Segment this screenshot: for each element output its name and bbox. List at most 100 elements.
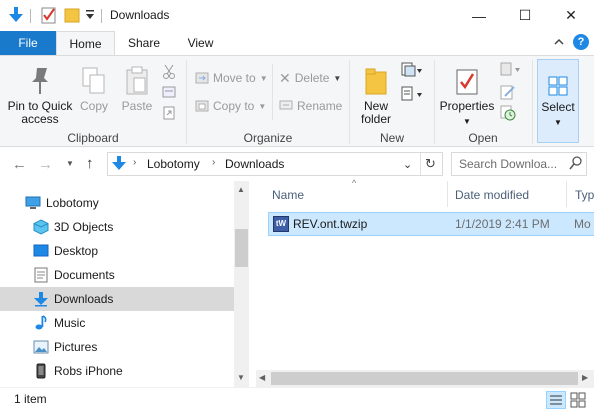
maximize-button[interactable]: ☐ [502,0,548,31]
delete-button[interactable]: ✕ Delete ▼ [279,68,341,88]
recent-locations-dropdown-icon[interactable]: ▼ [66,159,74,168]
pin-label-line2: access [21,112,59,126]
open-icon[interactable] [500,62,522,79]
quick-access-new-folder-icon[interactable] [64,6,80,27]
new-folder-button[interactable]: New folder [354,64,398,126]
tab-home[interactable]: Home [56,31,115,56]
breadcrumb-lobotomy[interactable]: Lobotomy [147,157,200,171]
refresh-icon[interactable]: ↻ [425,156,436,172]
details-view-icon [550,395,562,405]
tab-share[interactable]: Share [115,31,173,56]
select-label: Select [541,100,575,114]
nav-item-pictures[interactable]: Pictures [0,335,234,359]
tab-file[interactable]: File [0,31,56,56]
copy-to-dropdown-icon: ▼ [258,101,267,111]
ribbon-divider [532,60,533,144]
nav-item-downloads[interactable]: Downloads [0,287,234,311]
file-name[interactable]: REV.ont.twzip [293,217,367,231]
nav-item-label: Documents [54,268,115,282]
minimize-button[interactable]: — [456,0,502,31]
up-arrow-icon[interactable]: ↑ [86,155,94,172]
file-list-horizontal-scrollbar[interactable]: ◀ ▶ [256,370,594,387]
search-input[interactable]: Search Downloa... [459,157,557,171]
address-bar[interactable]: › Lobotomy › Downloads ⌄ ↻ [107,152,443,176]
phone-icon [33,363,49,379]
copy-to-button[interactable]: Copy to ▼ [195,96,266,116]
nav-pane-scrollbar[interactable]: ▲ ▼ [234,181,249,387]
horizontal-scroll-thumb[interactable] [271,372,578,385]
column-header-name[interactable]: Name [272,185,304,205]
search-box[interactable]: Search Downloa... [451,152,587,176]
large-icons-view-button[interactable] [570,392,586,411]
edit-icon[interactable] [500,84,516,103]
scroll-left-arrow-icon[interactable]: ◀ [259,373,265,382]
properties-button[interactable]: Properties ▼ [438,64,496,128]
history-icon[interactable] [500,105,516,124]
address-divider [420,153,421,175]
tab-view[interactable]: View [173,31,228,56]
scroll-down-arrow-icon[interactable]: ▼ [237,373,245,382]
nav-scroll-thumb[interactable] [235,229,248,267]
search-icon [569,156,582,173]
column-header-date-modified[interactable]: Date modified [455,185,529,205]
select-button[interactable]: Select ▼ [537,59,579,143]
nav-item-label: Desktop [54,244,99,258]
ribbon-collapse-icon[interactable] [553,36,565,51]
copy-path-icon[interactable] [162,86,176,101]
quick-access-download-icon[interactable] [8,6,24,27]
qat-divider [30,9,31,23]
scroll-right-arrow-icon[interactable]: ▶ [582,373,588,382]
large-icons-view-icon [570,392,586,408]
nav-item-label: Robs iPhone [54,364,123,378]
nav-item-lobotomy[interactable]: Lobotomy [0,191,234,215]
address-history-dropdown-icon[interactable]: ⌄ [403,158,412,171]
details-view-button[interactable] [546,391,566,409]
paste-shortcut-icon[interactable] [162,106,176,123]
copy-button[interactable]: Copy [76,64,112,113]
nav-item-robs-iphone[interactable]: Robs iPhone [0,359,234,383]
close-button[interactable]: ✕ [548,0,594,31]
column-divider[interactable] [566,181,567,207]
quick-access-properties-icon[interactable] [41,6,57,27]
delete-x-icon: ✕ [279,69,291,86]
cut-icon[interactable] [162,64,176,83]
breadcrumb-chevron-icon[interactable]: › [212,157,215,168]
sort-ascending-icon: ^ [352,178,357,188]
nav-item-3d-objects[interactable]: 3D Objects [0,215,234,239]
documents-icon [33,267,49,283]
delete-dropdown-icon: ▼ [333,73,342,83]
desktop-icon [33,243,49,259]
pin-icon [24,64,56,96]
column-divider[interactable] [447,181,448,207]
rename-button[interactable]: Rename [279,96,342,116]
3d-objects-icon [33,219,49,235]
new-item-icon[interactable] [401,62,423,81]
rename-label: Rename [297,99,343,113]
copy-to-label: Copy to [213,99,255,113]
paste-button[interactable]: Paste [118,64,156,113]
nav-item-music[interactable]: Music [0,311,234,335]
scroll-up-arrow-icon[interactable]: ▲ [237,185,245,194]
new-folder-label-line2: folder [360,112,392,126]
properties-icon [451,64,483,96]
breadcrumb-downloads[interactable]: Downloads [225,157,284,171]
breadcrumb-chevron-icon[interactable]: › [133,157,136,168]
move-to-dropdown-icon: ▼ [259,73,268,83]
easy-access-icon[interactable] [401,86,423,105]
help-icon[interactable]: ? [573,34,589,50]
status-bar: 1 item [0,387,594,411]
pin-to-quick-access-button[interactable]: Pin to Quick access [4,64,76,126]
forward-arrow-icon[interactable]: → [38,156,53,173]
nav-item-label: Downloads [54,292,114,306]
qat-dropdown-icon[interactable] [85,9,95,24]
clipboard-group-label: Clipboard [67,131,119,145]
music-note-icon [33,315,49,331]
move-to-button[interactable]: Move to ▼ [195,68,268,88]
column-header-type[interactable]: Typ [575,185,594,205]
file-row[interactable]: tW REV.ont.twzip 1/1/2019 2:41 PM Mo [268,212,594,236]
navigation-pane: Lobotomy 3D Objects Desktop Documents Do… [0,181,249,387]
window-title: Downloads [110,8,170,22]
nav-item-desktop[interactable]: Desktop [0,239,234,263]
back-arrow-icon[interactable]: ← [12,156,27,173]
nav-item-documents[interactable]: Documents [0,263,234,287]
